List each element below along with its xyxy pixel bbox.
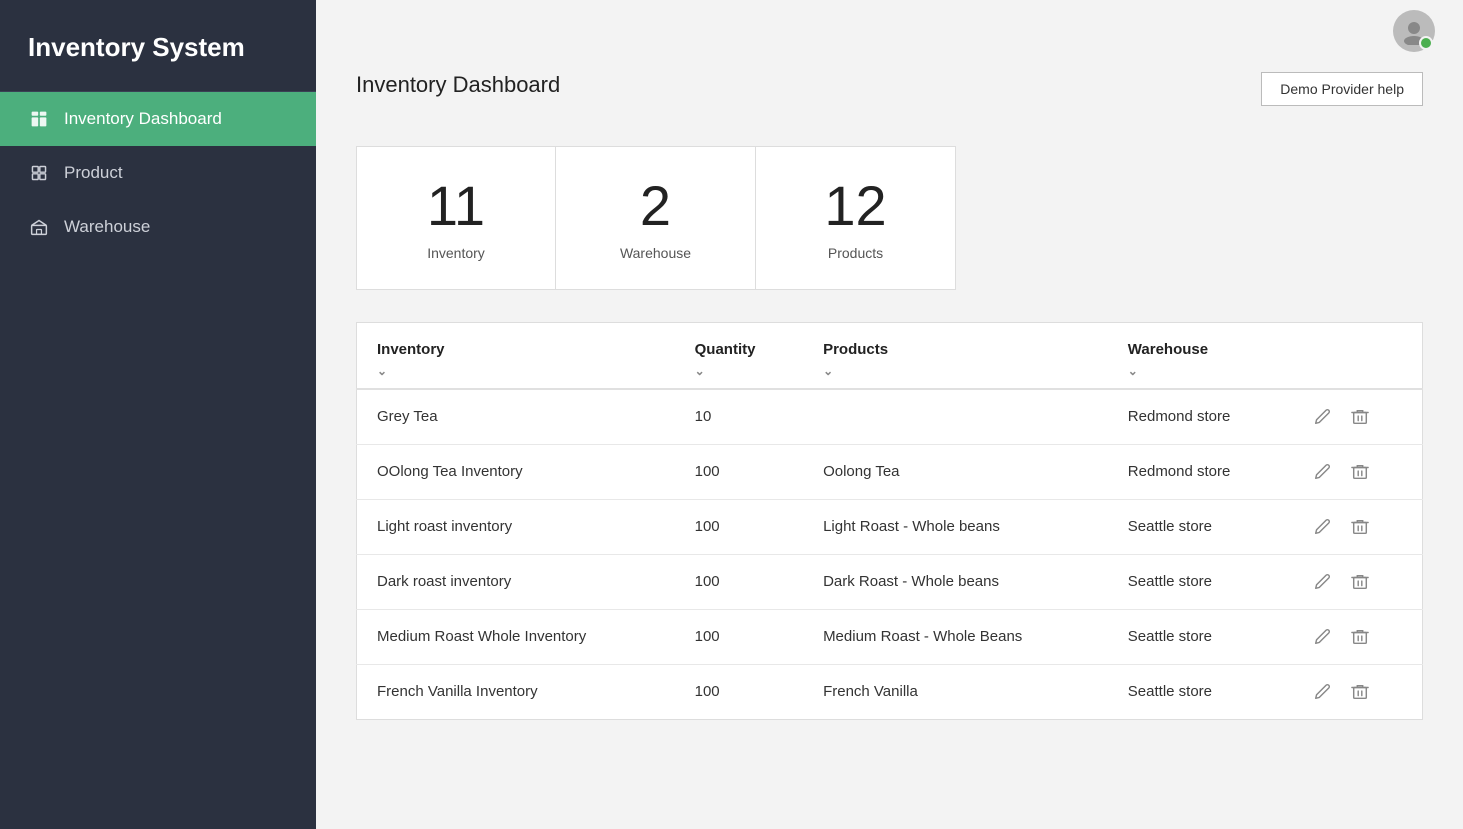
cell-warehouse: Seattle store [1108,499,1290,554]
table-row: Dark roast inventory100Dark Roast - Whol… [357,554,1423,609]
stat-card-inventory: 11 Inventory [356,146,556,290]
stat-inventory-number: 11 [427,175,485,237]
demo-help-button[interactable]: Demo Provider help [1261,72,1423,106]
delete-button[interactable] [1347,461,1373,483]
delete-button[interactable] [1347,626,1373,648]
cell-inventory: Light roast inventory [357,499,675,554]
table-body: Grey Tea10 Redmond store OOlong Tea Inven… [357,389,1423,720]
table-header-row: Inventory ⌄ Quantity ⌄ [357,322,1423,389]
stat-warehouse-label: Warehouse [620,245,691,261]
main-content: Inventory Dashboard Demo Provider help 1… [316,0,1463,829]
cell-actions [1289,609,1422,664]
cell-inventory: Medium Roast Whole Inventory [357,609,675,664]
cell-actions [1289,664,1422,719]
sidebar-item-label: Product [64,163,123,183]
edit-button[interactable] [1309,626,1335,648]
cell-quantity: 100 [675,609,803,664]
sidebar-item-product[interactable]: Product [0,146,316,200]
cell-warehouse: Seattle store [1108,664,1290,719]
cell-actions [1289,389,1422,445]
cell-quantity: 100 [675,664,803,719]
edit-button[interactable] [1309,406,1335,428]
app-title: Inventory System [0,0,316,92]
cell-inventory: OOlong Tea Inventory [357,444,675,499]
table-row: Light roast inventory100Light Roast - Wh… [357,499,1423,554]
sidebar-item-inventory-dashboard[interactable]: Inventory Dashboard [0,92,316,146]
cell-warehouse: Seattle store [1108,554,1290,609]
cell-inventory: Dark roast inventory [357,554,675,609]
sidebar-item-label: Warehouse [64,217,150,237]
sort-chevron-inventory[interactable]: ⌄ [377,364,387,378]
product-icon [28,162,50,184]
cell-products: Medium Roast - Whole Beans [803,609,1108,664]
cell-products: French Vanilla [803,664,1108,719]
cell-products: Oolong Tea [803,444,1108,499]
cell-warehouse: Redmond store [1108,444,1290,499]
warehouse-icon [28,216,50,238]
cell-products [803,389,1108,445]
page-content: Inventory Dashboard Demo Provider help 1… [316,62,1463,760]
col-header-warehouse: Warehouse ⌄ [1108,322,1290,389]
sort-chevron-products[interactable]: ⌄ [823,364,833,378]
cell-inventory: French Vanilla Inventory [357,664,675,719]
table-row: OOlong Tea Inventory100Oolong TeaRedmond… [357,444,1423,499]
stat-inventory-label: Inventory [427,245,485,261]
stat-products-label: Products [828,245,883,261]
avatar [1393,10,1435,52]
sidebar: Inventory System Inventory Dashboard Pro… [0,0,316,829]
table-row: Grey Tea10 Redmond store [357,389,1423,445]
stat-warehouse-number: 2 [640,175,671,237]
edit-button[interactable] [1309,681,1335,703]
col-header-quantity: Quantity ⌄ [675,322,803,389]
cell-products: Light Roast - Whole beans [803,499,1108,554]
delete-button[interactable] [1347,571,1373,593]
edit-button[interactable] [1309,516,1335,538]
table-row: French Vanilla Inventory100French Vanill… [357,664,1423,719]
sidebar-item-warehouse[interactable]: Warehouse [0,200,316,254]
cell-warehouse: Seattle store [1108,609,1290,664]
cell-quantity: 100 [675,444,803,499]
cell-quantity: 10 [675,389,803,445]
stat-products-number: 12 [824,175,886,237]
col-header-inventory: Inventory ⌄ [357,322,675,389]
cell-inventory: Grey Tea [357,389,675,445]
cell-products: Dark Roast - Whole beans [803,554,1108,609]
cell-actions [1289,554,1422,609]
cell-actions [1289,499,1422,554]
edit-button[interactable] [1309,461,1335,483]
stat-card-products: 12 Products [756,146,956,290]
col-header-products: Products ⌄ [803,322,1108,389]
top-content-row: Inventory Dashboard Demo Provider help [356,72,1423,122]
sort-chevron-quantity[interactable]: ⌄ [695,364,705,378]
topbar [316,0,1463,62]
stat-card-warehouse: 2 Warehouse [556,146,756,290]
table-row: Medium Roast Whole Inventory100Medium Ro… [357,609,1423,664]
cell-quantity: 100 [675,554,803,609]
edit-button[interactable] [1309,571,1335,593]
inventory-table: Inventory ⌄ Quantity ⌄ [356,322,1423,720]
sidebar-item-label: Inventory Dashboard [64,109,222,129]
delete-button[interactable] [1347,406,1373,428]
cell-warehouse: Redmond store [1108,389,1290,445]
sort-chevron-warehouse[interactable]: ⌄ [1128,364,1138,378]
page-title: Inventory Dashboard [356,72,560,98]
col-header-actions [1289,322,1422,389]
delete-button[interactable] [1347,681,1373,703]
stats-row: 11 Inventory 2 Warehouse 12 Products [356,146,1423,290]
dashboard-icon [28,108,50,130]
delete-button[interactable] [1347,516,1373,538]
cell-quantity: 100 [675,499,803,554]
cell-actions [1289,444,1422,499]
